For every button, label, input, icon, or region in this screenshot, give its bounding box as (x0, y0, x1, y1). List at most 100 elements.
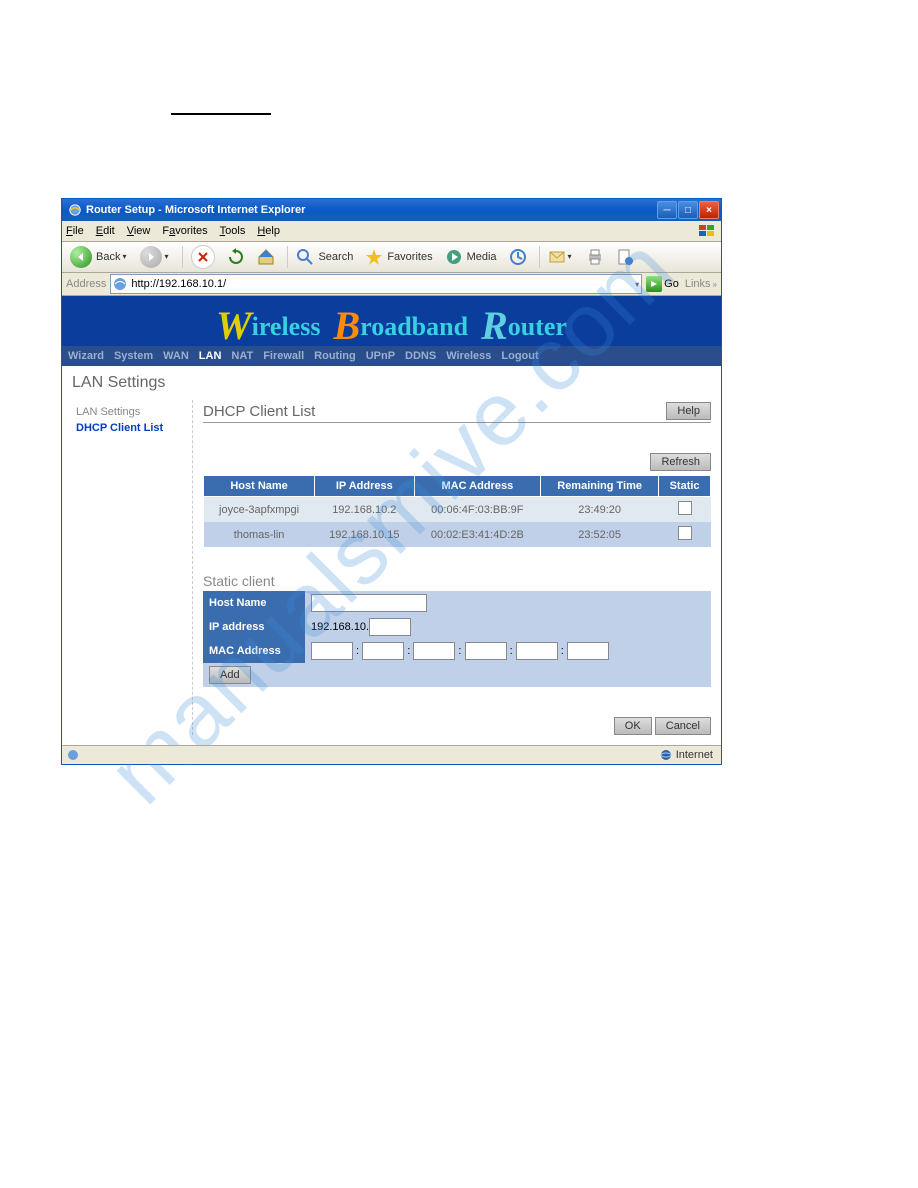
favorites-button[interactable]: Favorites (361, 246, 436, 268)
header-underline (171, 113, 271, 115)
cancel-button[interactable]: Cancel (655, 717, 711, 735)
back-button[interactable]: Back ▾ (66, 244, 132, 270)
menubar: File Edit View Favorites Tools Help (62, 221, 721, 242)
mail-button[interactable]: ▾ (544, 246, 578, 268)
ip-suffix-input[interactable] (369, 618, 411, 636)
url-input[interactable]: http://192.168.10.1/ ▾ (110, 274, 642, 294)
mac-input-2[interactable] (362, 642, 404, 660)
mac-input-4[interactable] (465, 642, 507, 660)
table-row: thomas-lin 192.168.10.15 00:02:E3:41:4D:… (204, 522, 711, 547)
nav-system[interactable]: System (114, 350, 153, 362)
refresh-button[interactable] (223, 246, 249, 268)
zone-label: Internet (676, 749, 713, 761)
menu-file[interactable]: File (66, 225, 84, 237)
col-hostname: Host Name (204, 476, 315, 497)
nav-logout[interactable]: Logout (501, 350, 538, 362)
links-button[interactable]: Links» (685, 278, 717, 290)
static-checkbox[interactable] (678, 501, 692, 515)
forward-icon (146, 252, 156, 262)
ok-button[interactable]: OK (614, 717, 652, 735)
history-icon (509, 248, 527, 266)
media-icon (445, 248, 463, 266)
print-button[interactable] (582, 246, 608, 268)
add-button[interactable]: Add (209, 666, 251, 684)
help-button[interactable]: Help (666, 402, 711, 420)
menu-favorites[interactable]: Favorites (162, 225, 207, 237)
chevron-down-icon[interactable]: ▾ (635, 280, 639, 289)
star-icon (365, 248, 383, 266)
cell-hostname: thomas-lin (204, 522, 315, 547)
history-button[interactable] (505, 246, 531, 268)
main-nav: Wizard System WAN LAN NAT Firewall Routi… (62, 346, 721, 366)
section-title: DHCP Client List (203, 403, 315, 420)
mac-input-3[interactable] (413, 642, 455, 660)
ip-prefix: 192.168.10. (311, 621, 369, 633)
col-mac: MAC Address (414, 476, 541, 497)
url-text: http://192.168.10.1/ (131, 278, 226, 290)
col-static: Static (659, 476, 711, 497)
internet-zone-icon (660, 749, 672, 761)
media-button[interactable]: Media (441, 246, 501, 268)
toolbar: Back ▾ ▾ Search (62, 242, 721, 273)
hostname-label: Host Name (203, 591, 305, 615)
mac-input-6[interactable] (567, 642, 609, 660)
mac-input-1[interactable] (311, 642, 353, 660)
chevron-down-icon: ▾ (568, 252, 574, 262)
cell-hostname: joyce-3apfxmpgi (204, 497, 315, 523)
cell-ip: 192.168.10.15 (315, 522, 414, 547)
nav-routing[interactable]: Routing (314, 350, 356, 362)
col-ip: IP Address (315, 476, 414, 497)
static-checkbox[interactable] (678, 526, 692, 540)
edit-button[interactable] (612, 246, 638, 268)
nav-nat[interactable]: NAT (231, 350, 253, 362)
static-client-form: Host Name IP address 192.168.10. MAC Add… (203, 591, 711, 687)
nav-wireless[interactable]: Wireless (446, 350, 491, 362)
statusbar: Internet (62, 745, 721, 764)
nav-upnp[interactable]: UPnP (366, 350, 395, 362)
cell-mac: 00:06:4F:03:BB:9F (414, 497, 541, 523)
stop-icon (197, 251, 209, 263)
cell-time: 23:52:05 (541, 522, 659, 547)
nav-wizard[interactable]: Wizard (68, 350, 104, 362)
print-icon (586, 248, 604, 266)
nav-firewall[interactable]: Firewall (263, 350, 304, 362)
nav-wan[interactable]: WAN (163, 350, 189, 362)
separator (539, 246, 540, 268)
forward-button[interactable]: ▾ (136, 244, 174, 270)
refresh-icon (227, 248, 245, 266)
menu-edit[interactable]: Edit (96, 225, 115, 237)
separator (182, 246, 183, 268)
refresh-button-panel[interactable]: Refresh (650, 453, 711, 471)
maximize-button[interactable]: □ (678, 201, 698, 219)
menu-tools[interactable]: Tools (220, 225, 246, 237)
cell-time: 23:49:20 (541, 497, 659, 523)
hostname-input[interactable] (311, 594, 427, 612)
mail-icon (548, 248, 566, 266)
edit-icon (616, 248, 634, 266)
home-button[interactable] (253, 246, 279, 268)
stop-button[interactable] (187, 243, 219, 271)
chevron-right-icon: » (713, 280, 717, 289)
menu-help[interactable]: Help (257, 225, 280, 237)
sidebar-dhcp-client-list[interactable]: DHCP Client List (72, 420, 192, 436)
minimize-button[interactable]: ─ (657, 201, 677, 219)
go-button[interactable]: Go (646, 276, 679, 292)
search-button[interactable]: Search (292, 246, 357, 268)
window-title: Router Setup - Microsoft Internet Explor… (86, 204, 656, 216)
banner-text: Wireless Broadband Router (216, 298, 567, 345)
nav-lan[interactable]: LAN (199, 350, 222, 362)
menu-view[interactable]: View (127, 225, 151, 237)
mac-input-5[interactable] (516, 642, 558, 660)
sidebar-lan-settings[interactable]: LAN Settings (72, 404, 192, 420)
separator (287, 246, 288, 268)
address-label: Address (66, 278, 106, 290)
ie-icon (68, 203, 82, 217)
close-button[interactable]: × (699, 201, 719, 219)
sidebar: LAN Settings DHCP Client List (72, 400, 193, 735)
windows-flag-icon (697, 223, 717, 239)
search-icon (296, 248, 314, 266)
mac-label: MAC Address (203, 639, 305, 663)
static-client-title: Static client (203, 573, 711, 589)
ip-label: IP address (203, 615, 305, 639)
nav-ddns[interactable]: DDNS (405, 350, 436, 362)
